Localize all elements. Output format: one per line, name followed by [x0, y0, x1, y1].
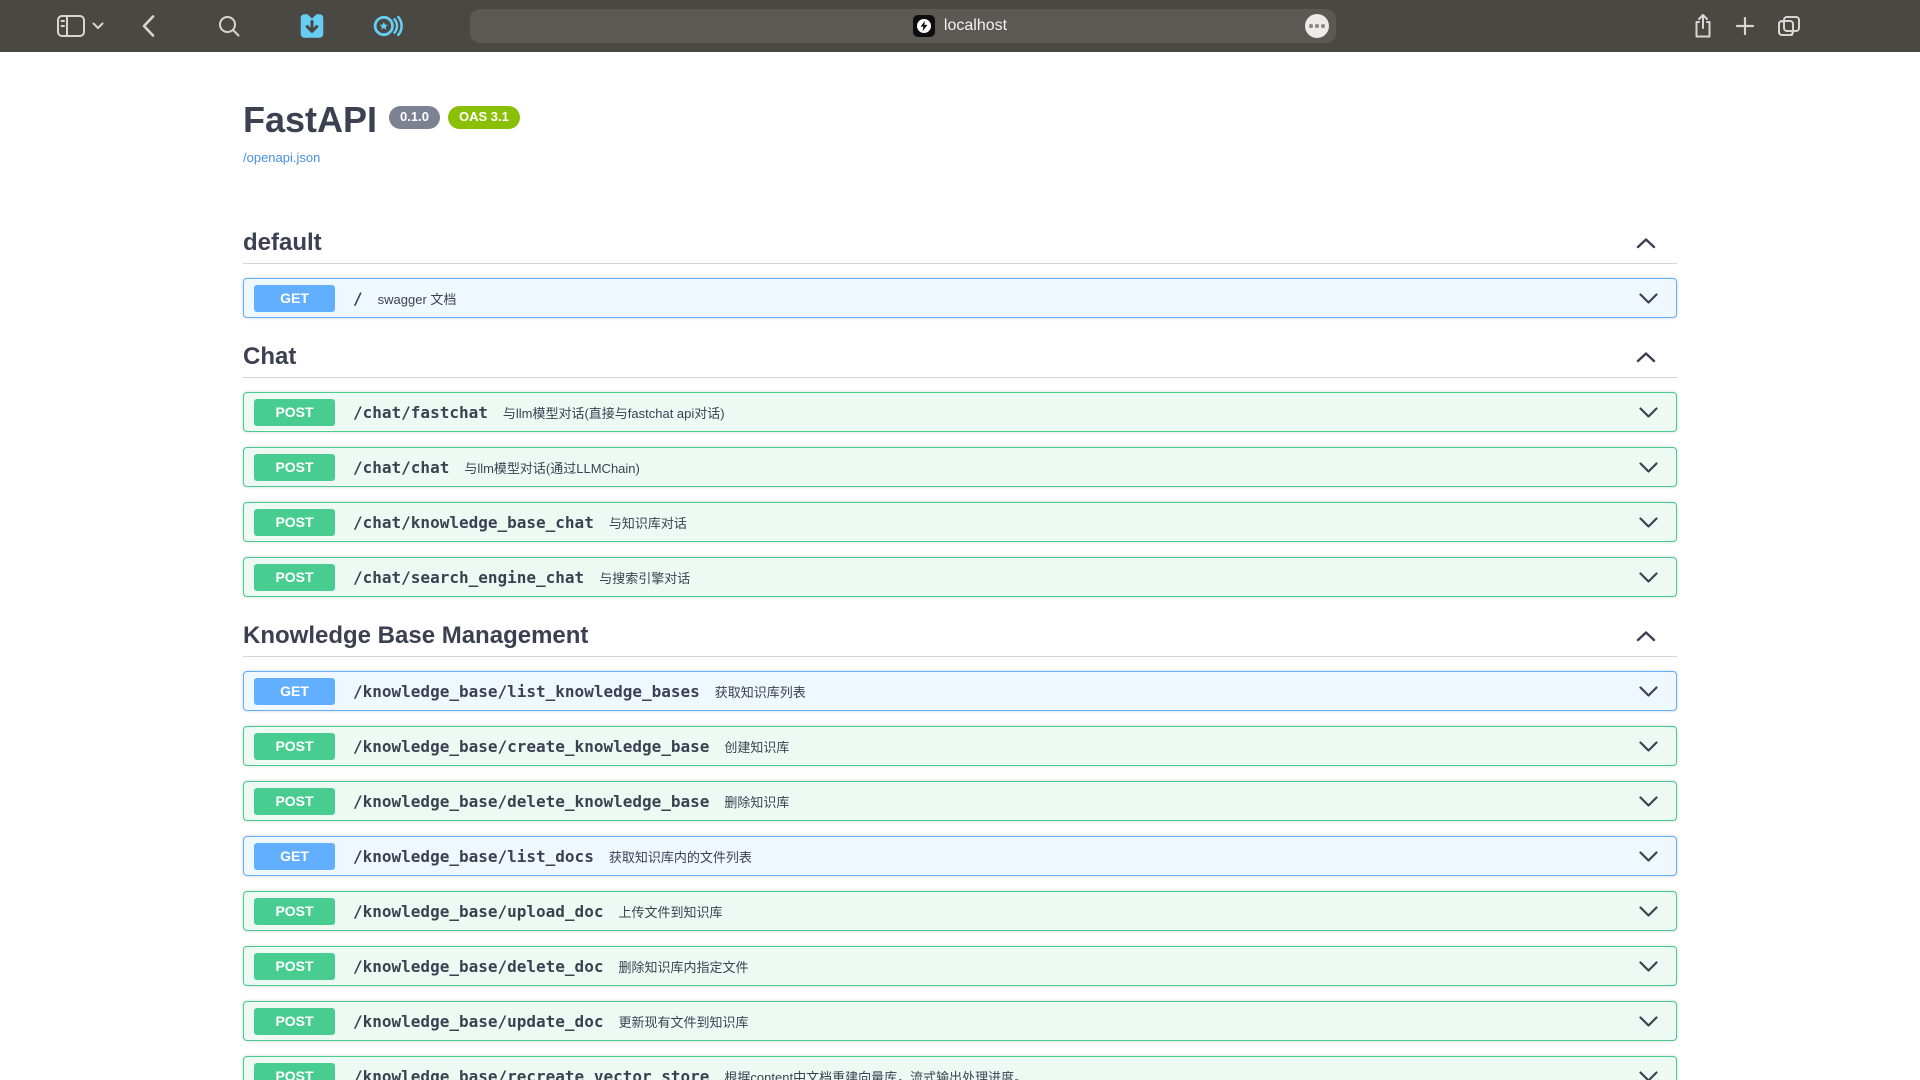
endpoint-description: 获取知识库列表	[715, 682, 806, 701]
endpoint-description: 删除知识库	[724, 792, 789, 811]
endpoint-path: /chat/chat	[353, 458, 449, 477]
method-badge: POST	[254, 399, 335, 426]
chevron-down-icon[interactable]	[1638, 406, 1659, 419]
page-settings-ellipsis-icon[interactable]	[1305, 14, 1329, 38]
endpoint-path: /knowledge_base/recreate_vector_store	[353, 1067, 709, 1080]
page-title: FastAPI	[243, 98, 377, 141]
endpoint-row[interactable]: POST /knowledge_base/update_doc 更新现有文件到知…	[243, 1001, 1677, 1041]
api-section: Knowledge Base Management GET /knowledge…	[243, 612, 1677, 1080]
endpoint-path: /knowledge_base/delete_doc	[353, 957, 603, 976]
chevron-up-icon[interactable]	[1635, 236, 1657, 250]
method-badge: GET	[254, 678, 335, 705]
sidebar-chevron-down-icon[interactable]	[92, 9, 104, 43]
endpoint-description: 更新现有文件到知识库	[618, 1012, 748, 1031]
sections-container: default GET / swagger 文档 Chat	[243, 219, 1677, 1080]
endpoint-row[interactable]: POST /knowledge_base/delete_knowledge_ba…	[243, 781, 1677, 821]
endpoint-row[interactable]: GET /knowledge_base/list_docs 获取知识库内的文件列…	[243, 836, 1677, 876]
endpoint-description: 与搜索引擎对话	[599, 568, 690, 587]
endpoint-description: 删除知识库内指定文件	[618, 957, 748, 976]
endpoint-description: 获取知识库内的文件列表	[609, 847, 752, 866]
endpoint-description: swagger 文档	[378, 289, 457, 308]
chevron-down-icon[interactable]	[1638, 960, 1659, 973]
address-bar[interactable]	[470, 9, 1336, 43]
endpoint-path: /chat/knowledge_base_chat	[353, 513, 594, 532]
method-badge: GET	[254, 843, 335, 870]
chevron-up-icon[interactable]	[1635, 350, 1657, 364]
api-info: FastAPI 0.1.0 OAS 3.1 /openapi.json	[243, 52, 1677, 167]
method-badge: POST	[254, 454, 335, 481]
api-section: Chat POST /chat/fastchat 与llm模型对话(直接与fas…	[243, 333, 1677, 597]
chevron-down-icon[interactable]	[1638, 1070, 1659, 1080]
endpoint-description: 上传文件到知识库	[618, 902, 722, 921]
endpoint-description: 与知识库对话	[609, 513, 687, 532]
endpoint-list: GET / swagger 文档	[243, 278, 1677, 318]
chevron-down-icon[interactable]	[1638, 516, 1659, 529]
method-badge: POST	[254, 509, 335, 536]
chevron-down-icon[interactable]	[1638, 740, 1659, 753]
endpoint-path: /knowledge_base/upload_doc	[353, 902, 603, 921]
endpoint-row[interactable]: POST /knowledge_base/delete_doc 删除知识库内指定…	[243, 946, 1677, 986]
chevron-up-icon[interactable]	[1635, 629, 1657, 643]
section-title: Knowledge Base Management	[243, 622, 588, 650]
content-blocker-extension-icon[interactable]	[297, 9, 327, 43]
endpoint-description: 与llm模型对话(通过LLMChain)	[464, 458, 640, 477]
section-header[interactable]: Chat	[243, 333, 1677, 378]
endpoint-path: /chat/search_engine_chat	[353, 568, 584, 587]
endpoint-path: /knowledge_base/delete_knowledge_base	[353, 792, 709, 811]
method-badge: POST	[254, 564, 335, 591]
endpoint-row[interactable]: POST /knowledge_base/upload_doc 上传文件到知识库	[243, 891, 1677, 931]
endpoint-row[interactable]: GET / swagger 文档	[243, 278, 1677, 318]
broadcast-extension-icon[interactable]	[371, 9, 405, 43]
chevron-down-icon[interactable]	[1638, 292, 1659, 305]
section-title: default	[243, 229, 322, 257]
method-badge: POST	[254, 1063, 335, 1080]
method-badge: POST	[254, 733, 335, 760]
endpoint-path: /chat/fastchat	[353, 403, 488, 422]
chevron-down-icon[interactable]	[1638, 461, 1659, 474]
chevron-down-icon[interactable]	[1638, 795, 1659, 808]
back-icon[interactable]	[142, 9, 155, 43]
endpoint-row[interactable]: GET /knowledge_base/list_knowledge_bases…	[243, 671, 1677, 711]
endpoint-path: /knowledge_base/update_doc	[353, 1012, 603, 1031]
endpoint-row[interactable]: POST /chat/search_engine_chat 与搜索引擎对话	[243, 557, 1677, 597]
endpoint-description: 根据content中文档重建向量库，流式输出处理进度。	[724, 1067, 1027, 1080]
openapi-spec-link[interactable]: /openapi.json	[243, 150, 320, 165]
endpoint-row[interactable]: POST /chat/chat 与llm模型对话(通过LLMChain)	[243, 447, 1677, 487]
swagger-page: FastAPI 0.1.0 OAS 3.1 /openapi.json defa…	[0, 52, 1920, 1080]
endpoint-path: /knowledge_base/list_docs	[353, 847, 594, 866]
endpoint-list: GET /knowledge_base/list_knowledge_bases…	[243, 671, 1677, 1080]
endpoint-description: 与llm模型对话(直接与fastchat api对话)	[503, 403, 725, 422]
version-badge: 0.1.0	[389, 106, 440, 129]
endpoint-row[interactable]: POST /knowledge_base/create_knowledge_ba…	[243, 726, 1677, 766]
tab-overview-icon[interactable]	[1776, 9, 1802, 43]
chevron-down-icon[interactable]	[1638, 1015, 1659, 1028]
section-header[interactable]: default	[243, 219, 1677, 264]
endpoint-row[interactable]: POST /knowledge_base/recreate_vector_sto…	[243, 1056, 1677, 1080]
method-badge: POST	[254, 788, 335, 815]
browser-toolbar: localhost	[0, 0, 1920, 52]
share-icon[interactable]	[1692, 9, 1714, 43]
endpoint-path: /knowledge_base/list_knowledge_bases	[353, 682, 700, 701]
chevron-down-icon[interactable]	[1638, 905, 1659, 918]
endpoint-path: /	[353, 289, 363, 308]
endpoint-description: 创建知识库	[724, 737, 789, 756]
method-badge: GET	[254, 285, 335, 312]
sidebar-toggle-icon[interactable]	[56, 9, 86, 43]
chevron-down-icon[interactable]	[1638, 850, 1659, 863]
endpoint-list: POST /chat/fastchat 与llm模型对话(直接与fastchat…	[243, 392, 1677, 597]
endpoint-row[interactable]: POST /chat/knowledge_base_chat 与知识库对话	[243, 502, 1677, 542]
api-section: default GET / swagger 文档	[243, 219, 1677, 318]
chevron-down-icon[interactable]	[1638, 571, 1659, 584]
section-title: Chat	[243, 343, 296, 371]
method-badge: POST	[254, 953, 335, 980]
section-header[interactable]: Knowledge Base Management	[243, 612, 1677, 657]
endpoint-row[interactable]: POST /chat/fastchat 与llm模型对话(直接与fastchat…	[243, 392, 1677, 432]
endpoint-path: /knowledge_base/create_knowledge_base	[353, 737, 709, 756]
chevron-down-icon[interactable]	[1638, 685, 1659, 698]
search-icon[interactable]	[217, 9, 241, 43]
oas-badge: OAS 3.1	[448, 106, 520, 129]
method-badge: POST	[254, 1008, 335, 1035]
method-badge: POST	[254, 898, 335, 925]
new-tab-icon[interactable]	[1734, 9, 1756, 43]
